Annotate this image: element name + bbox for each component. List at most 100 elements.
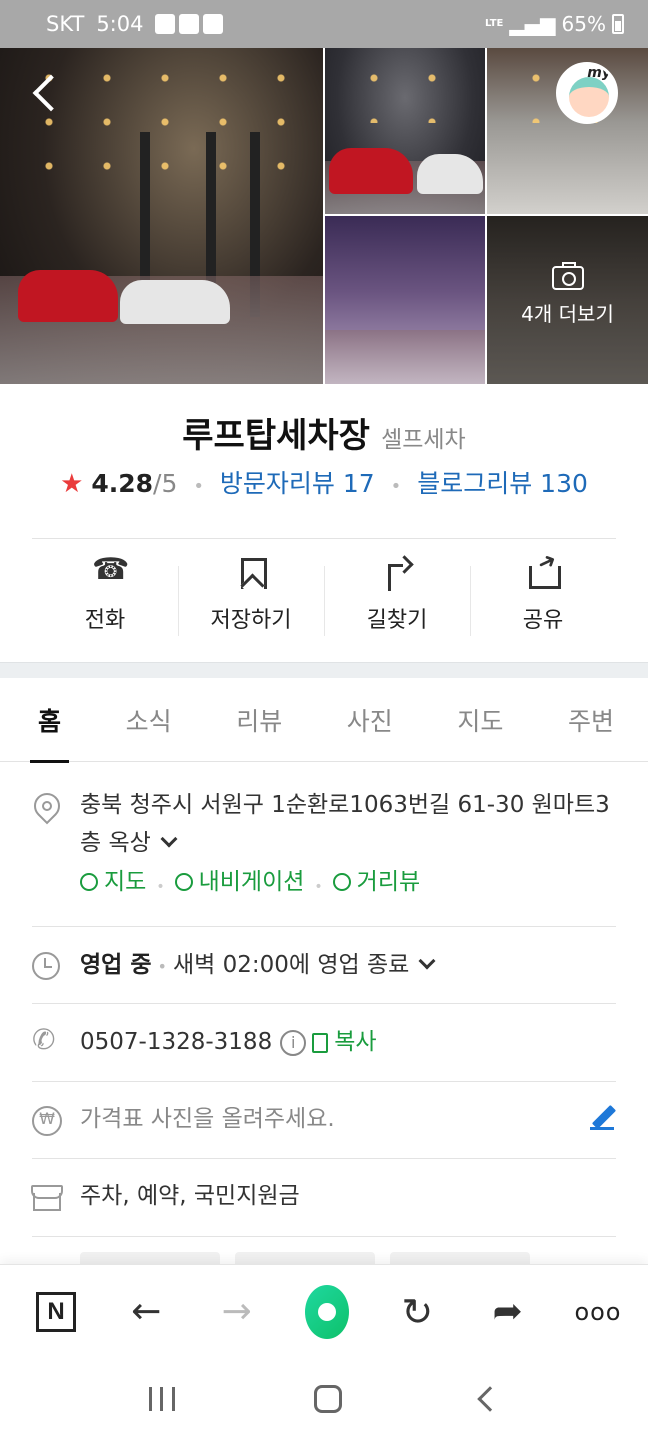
status-bar: SKT 5:04 LTE ▂▄▆ 65% [0, 0, 648, 48]
avatar-face-icon [569, 77, 609, 117]
clock-icon [32, 952, 60, 980]
tags-row-peek [32, 1252, 616, 1264]
tab-bar: 홈 소식 리뷰 사진 지도 주변 [0, 678, 648, 763]
edit-pencil-icon[interactable] [590, 1106, 614, 1130]
action-label: 길찾기 [366, 608, 428, 633]
tag-chip[interactable] [235, 1252, 376, 1264]
copy-button[interactable]: 복사 [312, 1029, 377, 1055]
place-name: 루프탑세차장 [182, 416, 370, 456]
back-button[interactable] [28, 72, 62, 112]
separator-dot: • [157, 957, 167, 976]
more-menu-button[interactable]: ooo [574, 1290, 622, 1334]
street-view-icon [332, 873, 351, 891]
recent-apps-icon[interactable] [149, 1387, 176, 1411]
more-photos-button[interactable]: 4개 더보기 [487, 216, 648, 336]
app-notification-icon [179, 14, 200, 34]
naver-logo-icon: N [36, 1291, 76, 1332]
divider [32, 1081, 616, 1082]
section-divider [0, 662, 648, 678]
won-icon [32, 1106, 62, 1136]
directions-button[interactable]: 길찾기 [324, 556, 470, 646]
address-row: 충북 청주시 서원구 1순환로1063번길 61-30 원마트3층 옥상 지도 •… [32, 786, 616, 907]
tab-news[interactable]: 소식 [118, 678, 180, 762]
separator-dot: • [193, 476, 204, 497]
naver-home-button[interactable]: N [34, 1290, 78, 1334]
price-row[interactable]: 가격표 사진을 올려주세요. [32, 1100, 616, 1138]
street-view-link-label: 거리뷰 [356, 869, 421, 895]
gallery-notification-icon [155, 14, 176, 34]
tag-chip[interactable] [80, 1252, 220, 1264]
blog-reviews-link[interactable]: 블로그리뷰 130 [417, 469, 588, 498]
hours-status: 영업 중 [80, 952, 152, 978]
system-back-icon[interactable] [476, 1386, 503, 1412]
tab-home[interactable]: 홈 [30, 678, 70, 763]
separator-dot: • [390, 476, 402, 497]
address-links: 지도 • 내비게이션 • 거리뷰 [80, 862, 616, 907]
action-bar: 전화 저장하기 길찾기 공유 [32, 552, 616, 646]
clock: 5:04 [96, 12, 144, 36]
chevron-down-icon[interactable] [160, 830, 178, 848]
my-avatar-button[interactable]: my [556, 62, 618, 124]
info-icon[interactable]: i [280, 1029, 307, 1056]
place-category: 셀프세차 [381, 427, 466, 453]
phone-icon [32, 1023, 60, 1057]
signal-icon: ▂▄▆ [509, 12, 556, 36]
divider [32, 538, 616, 539]
share-button[interactable]: 공유 [470, 556, 616, 646]
phone-number[interactable]: 0507-1328-3188 [80, 1029, 272, 1055]
lte-icon: LTE [485, 18, 504, 29]
navigation-link[interactable]: 내비게이션 [174, 862, 305, 902]
separator-dot: • [156, 879, 165, 895]
share-icon [526, 556, 561, 590]
bookmark-icon [234, 556, 268, 590]
arrow-right-icon: → [221, 1290, 252, 1332]
address-text: 충북 청주시 서원구 1순환로1063번길 61-30 원마트3층 옥상 [80, 792, 610, 856]
place-title-row: 루프탑세차장 셀프세차 [0, 408, 648, 457]
green-dot-button[interactable] [304, 1284, 349, 1339]
copy-icon [312, 1032, 329, 1053]
browser-back-button[interactable]: ← [124, 1290, 168, 1334]
photo-thumbnail[interactable] [325, 48, 485, 214]
rating-max: /5 [153, 469, 178, 498]
photo-thumbnail[interactable] [325, 216, 485, 384]
refresh-button[interactable]: ↻ [395, 1290, 439, 1334]
street-view-link[interactable]: 거리뷰 [332, 862, 421, 902]
carrier-label: SKT [46, 12, 85, 36]
browser-share-button[interactable]: ➦ [486, 1290, 530, 1334]
map-link[interactable]: 지도 [80, 862, 146, 902]
save-button[interactable]: 저장하기 [178, 556, 324, 646]
home-icon[interactable] [313, 1385, 342, 1413]
store-icon [31, 1183, 63, 1211]
map-pin-icon [80, 873, 98, 891]
map-link-label: 지도 [104, 869, 147, 895]
navigation-link-label: 내비게이션 [198, 869, 305, 895]
tab-photos[interactable]: 사진 [339, 678, 401, 762]
call-button[interactable]: 전화 [32, 552, 178, 646]
tab-reviews[interactable]: 리뷰 [228, 678, 290, 762]
browser-toolbar: N ← → ↻ ➦ ooo [0, 1264, 648, 1358]
battery-percent: 65% [561, 12, 606, 36]
more-dots-icon: ooo [574, 1297, 622, 1326]
tab-map[interactable]: 지도 [449, 678, 511, 762]
camera-icon [551, 262, 584, 290]
action-label: 전화 [84, 608, 126, 633]
chevron-down-icon[interactable] [418, 952, 436, 970]
rating-value: 4.28 [91, 469, 154, 498]
more-photos-label: 4개 더보기 [521, 302, 614, 326]
tab-nearby[interactable]: 주변 [560, 678, 622, 762]
divider [32, 1158, 616, 1159]
divider [32, 1003, 616, 1004]
star-icon: ★ [60, 469, 84, 499]
divider [32, 1236, 616, 1237]
system-nav-bar [0, 1358, 648, 1440]
car-icon [174, 873, 193, 891]
browser-forward-button[interactable]: → [215, 1290, 259, 1334]
tag-chip[interactable] [390, 1252, 531, 1264]
refresh-icon: ↻ [401, 1289, 434, 1334]
copy-label: 복사 [334, 1029, 377, 1055]
visitor-reviews-link[interactable]: 방문자리뷰 17 [220, 469, 375, 498]
arrow-left-icon: ← [131, 1290, 162, 1332]
location-pin-icon [32, 792, 60, 820]
hours-row[interactable]: 영업 중 • 새벽 02:00에 영업 종료 [32, 946, 616, 986]
separator-dot: • [314, 879, 323, 895]
